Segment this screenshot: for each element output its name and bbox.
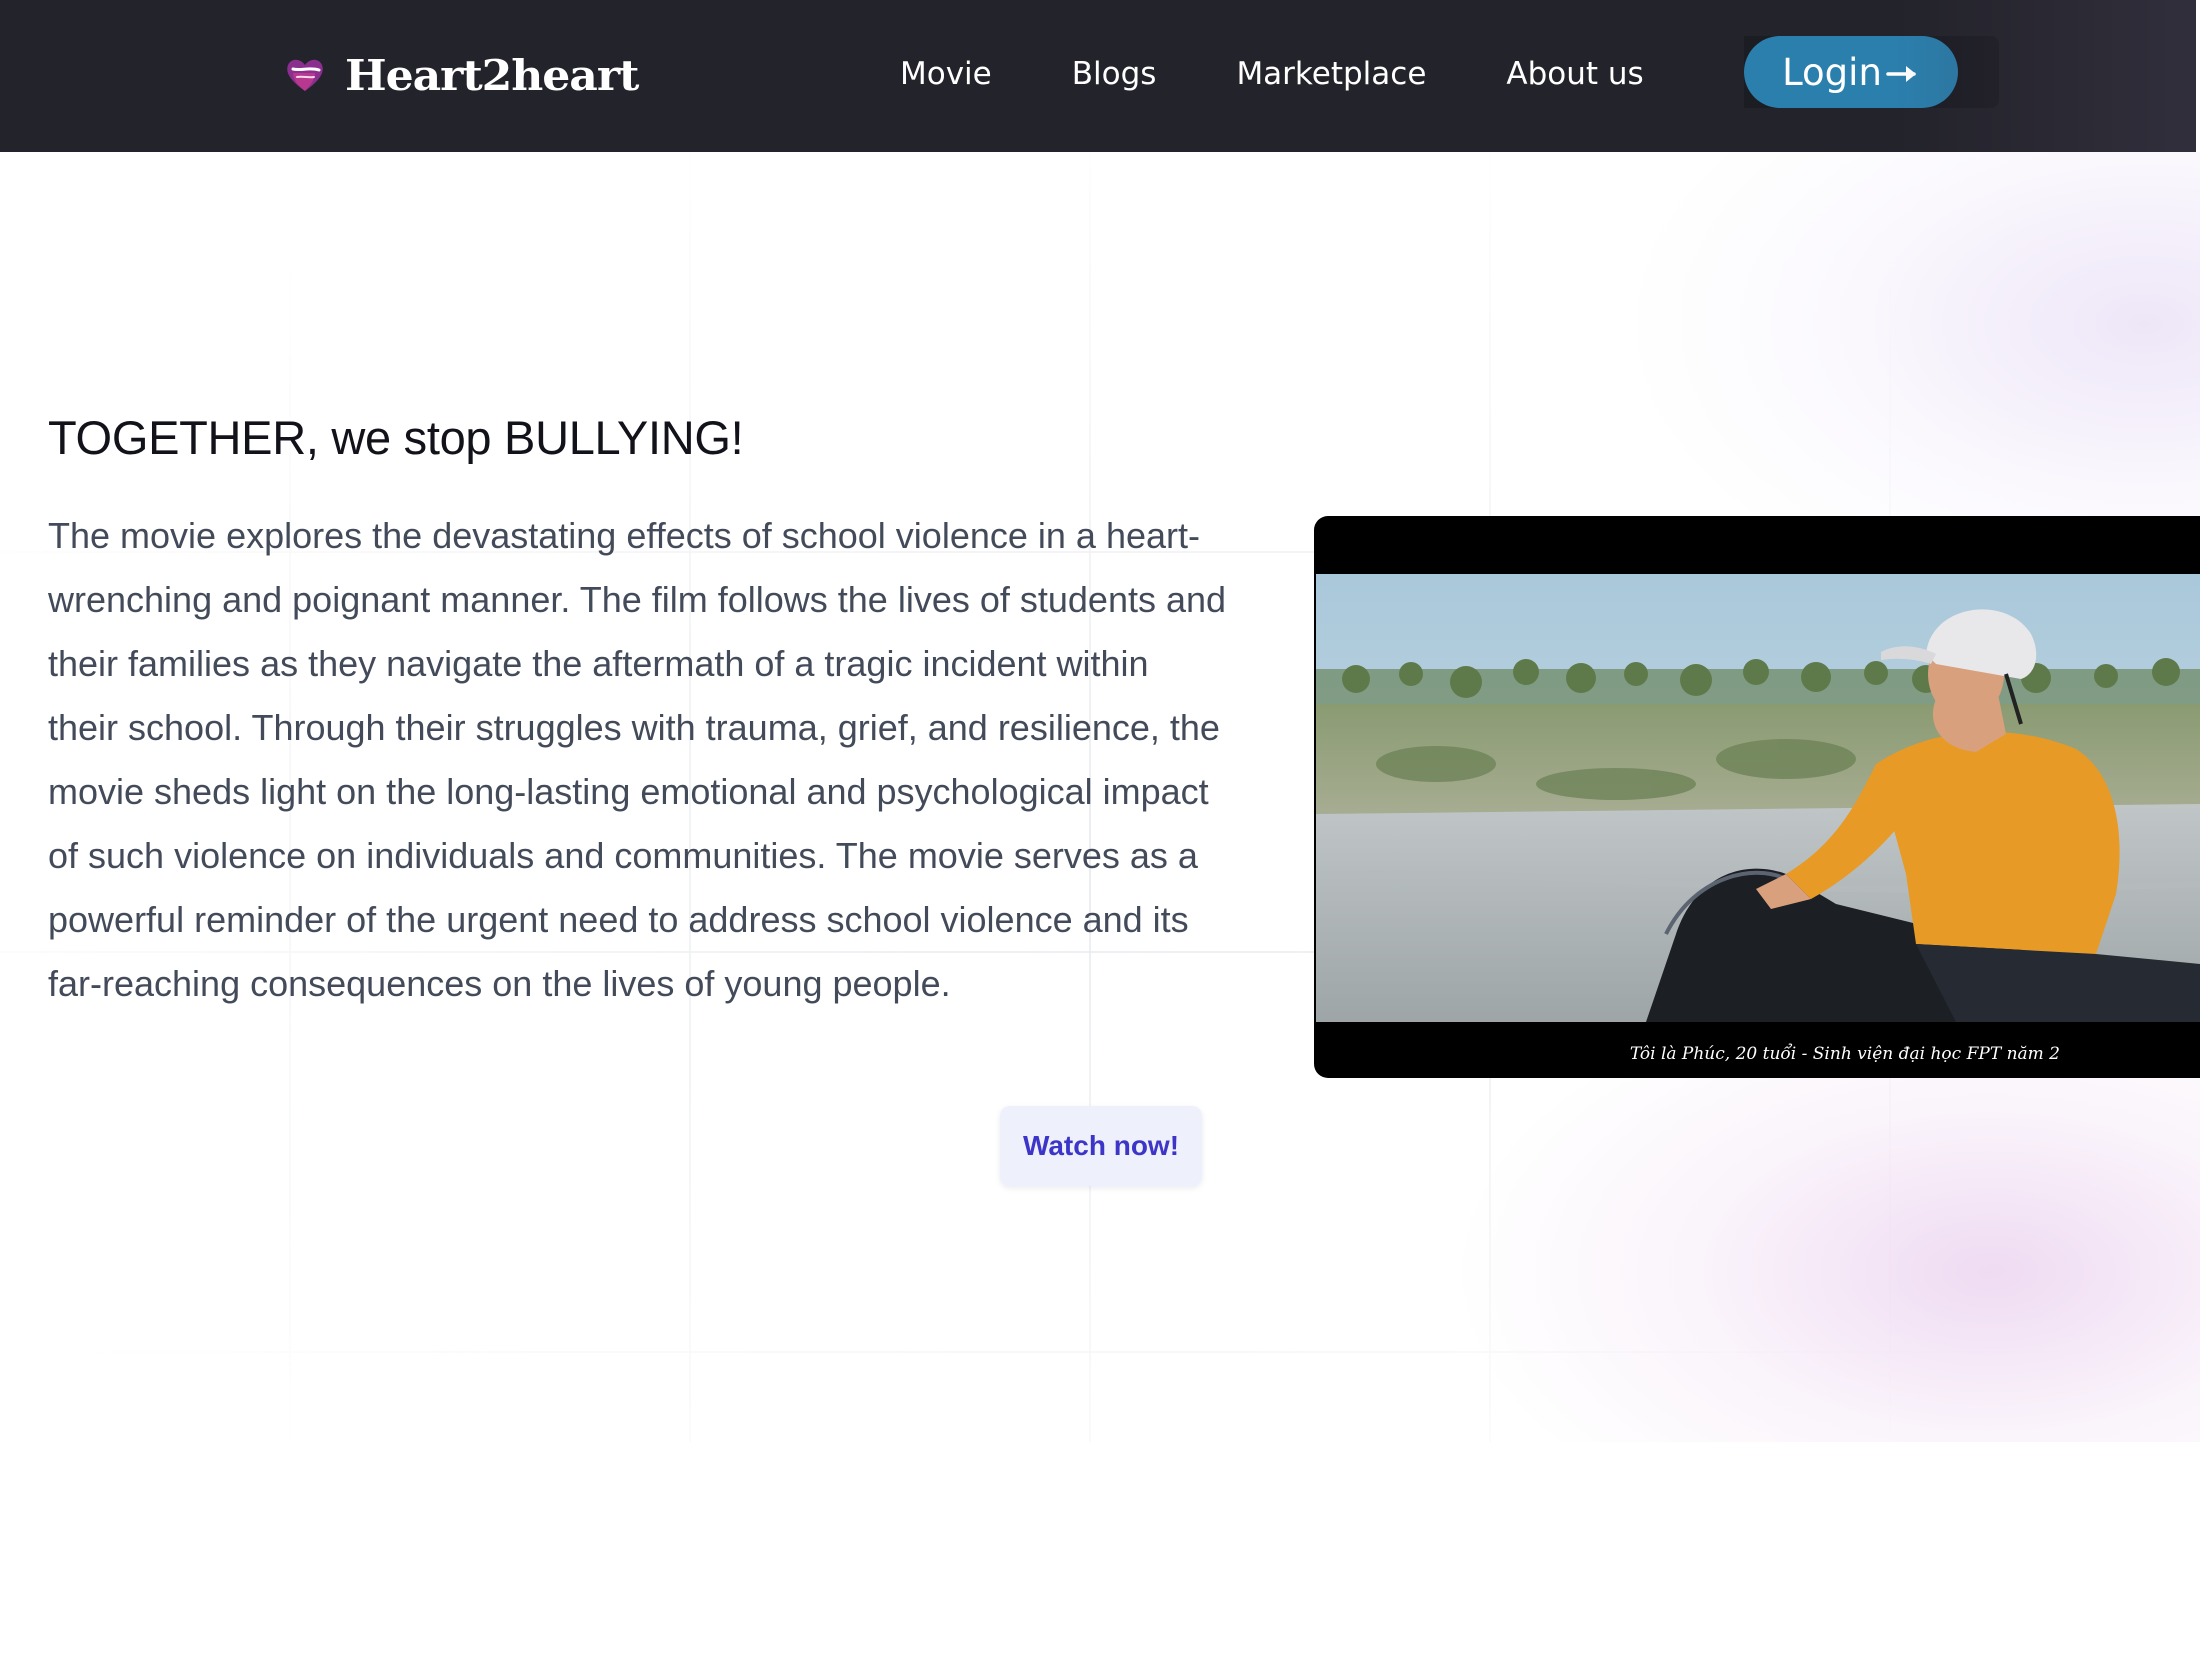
- login-label: Login: [1782, 50, 1882, 94]
- login-button[interactable]: Login: [1744, 36, 1958, 108]
- login-container: Login: [1744, 36, 1999, 108]
- watch-now-button[interactable]: Watch now!: [1000, 1106, 1202, 1186]
- nav-item-about-us[interactable]: About us: [1506, 56, 1643, 92]
- nav-item-blogs[interactable]: Blogs: [1072, 56, 1157, 92]
- movie-video-player[interactable]: Tôi là Phúc, 20 tuổi - Sinh viện đại học…: [1314, 516, 2200, 1078]
- navbar: Heart2heart Movie Blogs Marketplace Abou…: [0, 0, 2196, 152]
- heart-logo-icon: [285, 55, 325, 95]
- video-frame: [1316, 574, 2200, 1022]
- hero-title: TOGETHER, we stop BULLYING!: [48, 411, 744, 464]
- hero-section: TOGETHER, we stop BULLYING! The movie ex…: [0, 152, 2200, 1442]
- nav-item-marketplace[interactable]: Marketplace: [1236, 56, 1426, 92]
- main-nav: Movie Blogs Marketplace About us: [900, 46, 1724, 102]
- video-subtitle: Tôi là Phúc, 20 tuổi - Sinh viện đại học…: [1629, 1044, 2060, 1064]
- page-footer-space: [0, 1442, 2200, 1674]
- arrow-right-icon: [1886, 51, 1920, 94]
- nav-item-movie[interactable]: Movie: [900, 56, 992, 92]
- brand-logo[interactable]: Heart2heart: [285, 40, 639, 110]
- hero-description: The movie explores the devastating effec…: [48, 515, 1227, 1004]
- brand-name: Heart2heart: [345, 50, 639, 100]
